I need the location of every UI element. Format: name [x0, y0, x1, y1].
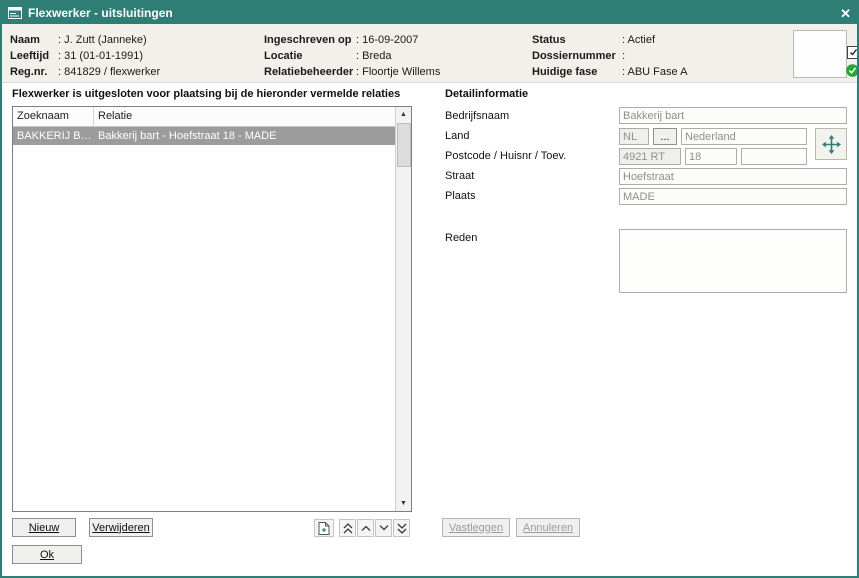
detail-title: Detailinformatie: [445, 88, 528, 100]
relatiebeheerder-value: : Floortje Willems: [356, 66, 440, 78]
straat-field[interactable]: [619, 168, 847, 185]
status-ok-icon: [846, 64, 859, 77]
header-column-3: Status: Actief Dossiernummer: Huidige fa…: [532, 32, 687, 80]
cell-relatie: Bakkerij bart - Hoefstraat 18 - MADE: [94, 127, 396, 145]
bedrijfsnaam-label: Bedrijfsnaam: [445, 110, 509, 122]
title-bar: Flexwerker - uitsluitingen ✕: [2, 2, 857, 24]
window-icon: [8, 7, 22, 19]
toevoeging-field[interactable]: [741, 148, 807, 165]
column-header-zoeknaam[interactable]: Zoeknaam: [13, 107, 94, 126]
locatie-value: : Breda: [356, 50, 391, 62]
header-column-2: Ingeschreven op: 16-09-2007 Locatie: Bre…: [264, 32, 440, 80]
column-header-relatie[interactable]: Relatie: [94, 107, 396, 126]
naam-label: Naam: [10, 32, 58, 48]
table-header-row: Zoeknaam Relatie: [13, 107, 396, 127]
scroll-down-icon[interactable]: ▼: [396, 496, 411, 511]
ingeschreven-label: Ingeschreven op: [264, 32, 356, 48]
land-code-field[interactable]: [619, 128, 649, 145]
header-column-1: Naam: J. Zutt (Janneke) Leeftijd: 31 (01…: [10, 32, 160, 80]
land-name-field[interactable]: [681, 128, 807, 145]
close-icon[interactable]: ✕: [840, 7, 851, 20]
exclusions-table: Zoeknaam Relatie BAKKERIJ BA... Bakkerij…: [12, 106, 412, 512]
straat-label: Straat: [445, 170, 474, 182]
relatiebeheerder-label: Relatiebeheerder: [264, 64, 356, 80]
huisnr-field[interactable]: [685, 148, 737, 165]
header-checkbox[interactable]: [847, 46, 859, 59]
photo-placeholder: [793, 30, 847, 78]
exclusions-caption: Flexwerker is uitgesloten voor plaatsing…: [12, 88, 400, 100]
locatie-label: Locatie: [264, 48, 356, 64]
regnr-label: Reg.nr.: [10, 64, 58, 80]
vastleggen-button[interactable]: Vastleggen: [442, 518, 510, 537]
move-down-icon[interactable]: [375, 519, 392, 537]
nieuw-button[interactable]: Nieuw: [12, 518, 76, 537]
dossiernummer-label: Dossiernummer: [532, 48, 622, 64]
move-up-icon[interactable]: [357, 519, 374, 537]
scroll-up-icon[interactable]: ▲: [396, 107, 411, 122]
flexwerker-uitsluitingen-dialog: Flexwerker - uitsluitingen ✕ Naam: J. Zu…: [0, 0, 859, 578]
huidige-fase-label: Huidige fase: [532, 64, 622, 80]
postcode-field[interactable]: [619, 148, 681, 165]
bedrijfsnaam-field[interactable]: [619, 107, 847, 124]
scrollbar-thumb[interactable]: [397, 123, 411, 167]
naam-value: : J. Zutt (Janneke): [58, 34, 147, 46]
plaats-label: Plaats: [445, 190, 476, 202]
move-top-icon[interactable]: [339, 519, 356, 537]
cell-zoeknaam: BAKKERIJ BA...: [13, 127, 94, 145]
window-title: Flexwerker - uitsluitingen: [28, 6, 173, 20]
employee-header-panel: Naam: J. Zutt (Janneke) Leeftijd: 31 (01…: [2, 24, 857, 83]
reden-field[interactable]: [619, 229, 847, 293]
land-browse-button[interactable]: ...: [653, 128, 677, 145]
vertical-scrollbar[interactable]: ▲ ▼: [395, 107, 411, 511]
reden-label: Reden: [445, 232, 477, 244]
land-label: Land: [445, 130, 469, 142]
status-value: : Actief: [622, 34, 655, 46]
leeftijd-label: Leeftijd: [10, 48, 58, 64]
leeftijd-value: : 31 (01-01-1991): [58, 50, 143, 62]
verwijderen-button[interactable]: Verwijderen: [89, 518, 153, 537]
postcode-huisnr-toev-label: Postcode / Huisnr / Toev.: [445, 150, 566, 162]
status-label: Status: [532, 32, 622, 48]
dossiernummer-value: :: [622, 50, 625, 62]
move-arrows-icon[interactable]: [815, 128, 847, 160]
ingeschreven-value: : 16-09-2007: [356, 34, 418, 46]
plaats-field[interactable]: [619, 188, 847, 205]
annuleren-button[interactable]: Annuleren: [516, 518, 580, 537]
regnr-value: : 841829 / flexwerker: [58, 66, 160, 78]
new-document-icon[interactable]: [314, 519, 334, 537]
table-row[interactable]: BAKKERIJ BA... Bakkerij bart - Hoefstraa…: [13, 127, 396, 145]
move-bottom-icon[interactable]: [393, 519, 410, 537]
huidige-fase-value: : ABU Fase A: [622, 66, 687, 78]
ok-button[interactable]: Ok: [12, 545, 82, 564]
